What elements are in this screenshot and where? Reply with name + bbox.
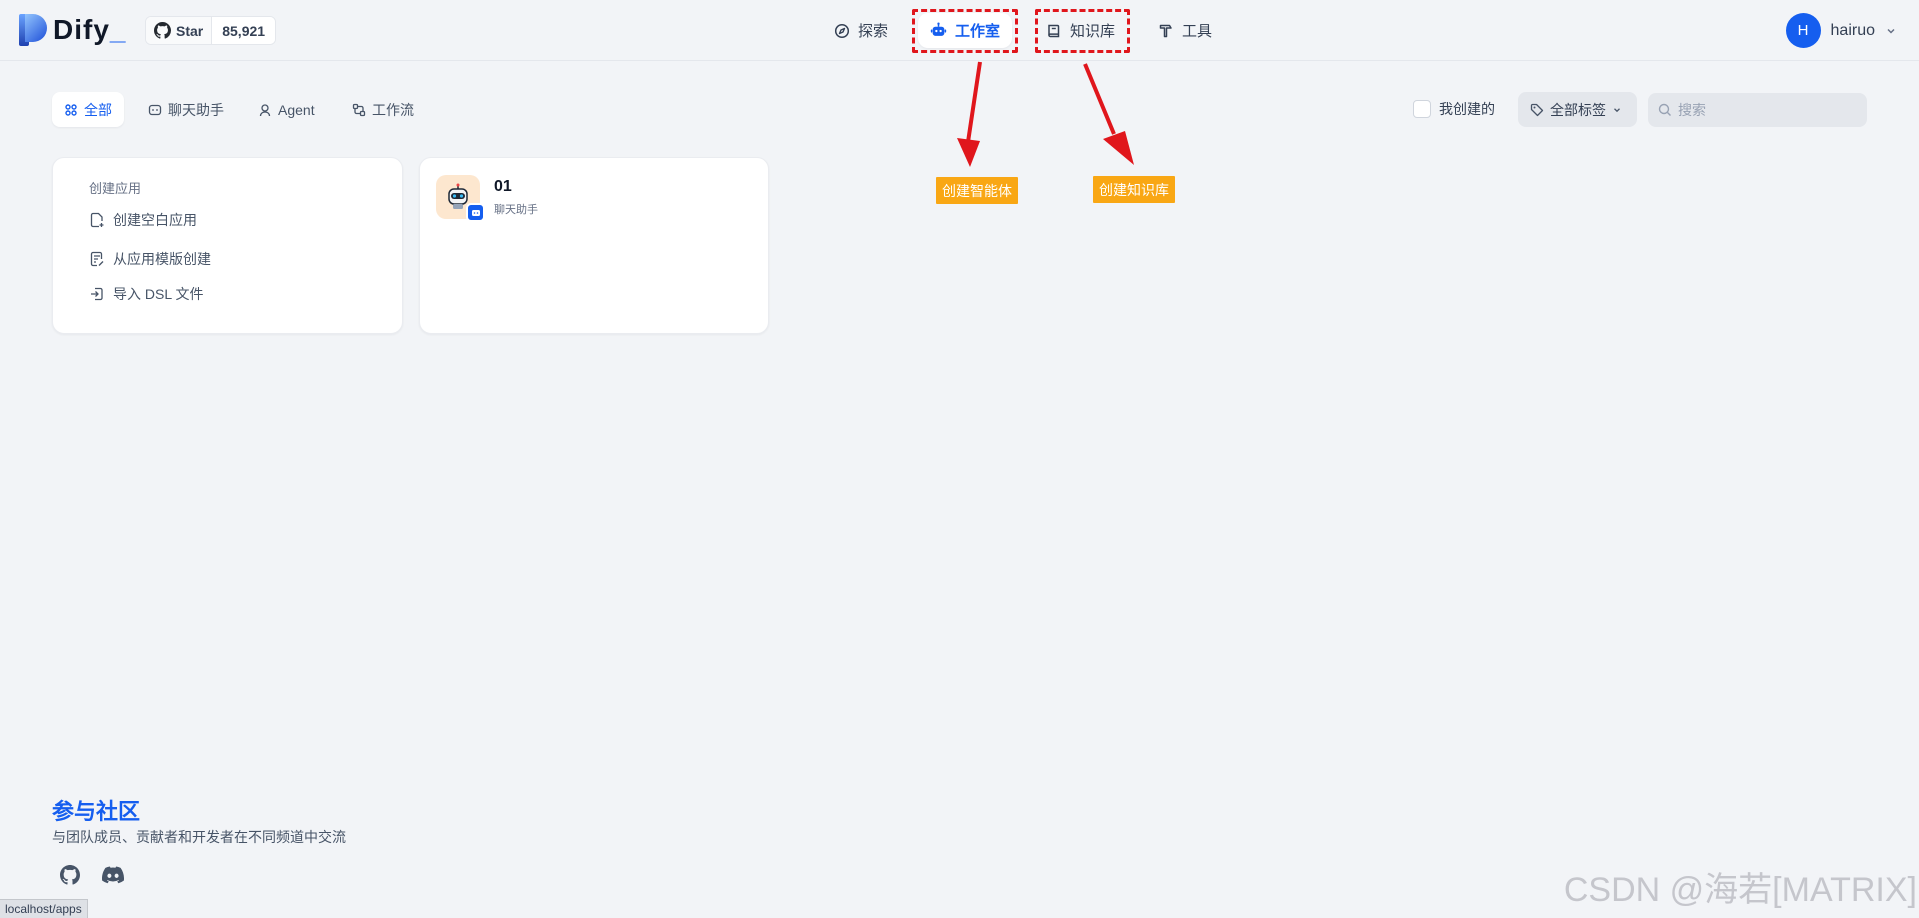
community-title: 参与社区 [52,799,141,824]
arrowhead-knowledge [1103,131,1134,165]
github-link[interactable] [58,863,82,887]
arrow-to-knowledge-label [1083,63,1116,135]
annotation-arrows [957,61,1134,167]
annotation-create-knowledge: 创建知识库 [1093,176,1175,203]
discord-icon [102,866,124,884]
arrow-to-studio-label [966,61,982,143]
annotation-create-agent: 创建智能体 [936,177,1018,204]
discord-link[interactable] [101,863,125,887]
arrowhead-studio [957,138,980,167]
community-description: 与团队成员、贡献者和开发者在不同频道中交流 [52,829,346,845]
csdn-watermark: CSDN @海若[MATRIX] [1563,871,1917,909]
status-bar-url: localhost/apps [0,899,88,918]
github-icon [60,865,80,885]
